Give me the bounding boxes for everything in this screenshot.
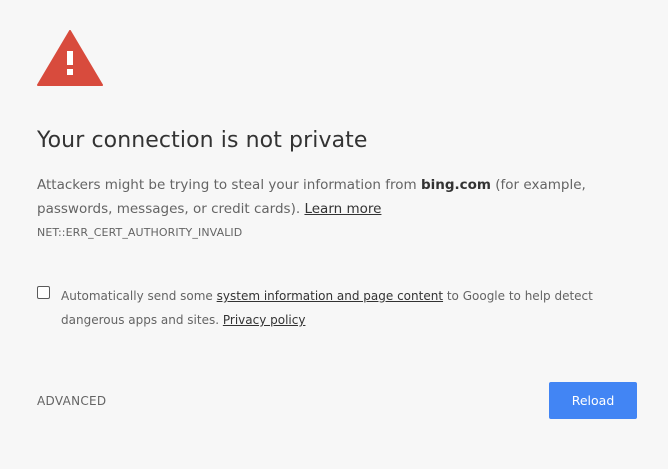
opt-in-label: Automatically send some system informati… xyxy=(61,284,597,332)
learn-more-link[interactable]: Learn more xyxy=(304,201,381,217)
interstitial-page: Your connection is not private Attackers… xyxy=(0,0,668,469)
explanation-paragraph: Attackers might be trying to steal your … xyxy=(37,173,617,221)
extended-reporting-opt-in: Automatically send some system informati… xyxy=(37,284,597,332)
explanation-text-before: Attackers might be trying to steal your … xyxy=(37,177,421,193)
domain-name: bing.com xyxy=(420,177,491,193)
reporting-checkbox[interactable] xyxy=(37,286,50,299)
page-title: Your connection is not private xyxy=(37,128,368,153)
warning-icon xyxy=(37,30,103,86)
opt-in-text-before: Automatically send some xyxy=(61,289,217,303)
reload-button[interactable]: Reload xyxy=(549,382,637,419)
privacy-policy-link[interactable]: Privacy policy xyxy=(223,313,306,327)
system-information-link[interactable]: system information and page content xyxy=(217,289,443,303)
error-code: NET::ERR_CERT_AUTHORITY_INVALID xyxy=(37,226,243,239)
advanced-button[interactable]: ADVANCED xyxy=(37,394,106,408)
